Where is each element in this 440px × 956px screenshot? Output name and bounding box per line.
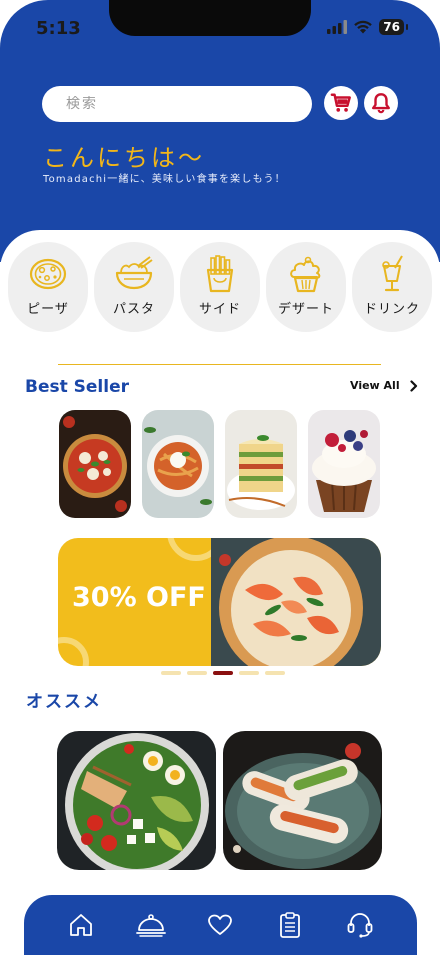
search-input[interactable] <box>66 96 286 112</box>
best-seller-item-cupcake[interactable] <box>308 410 380 518</box>
carousel-dot[interactable] <box>239 671 259 675</box>
best-seller-item-lasagna[interactable] <box>225 410 297 518</box>
nav-menu[interactable] <box>135 909 167 941</box>
best-seller-item-pizza[interactable] <box>59 410 131 518</box>
signal-icon <box>327 20 348 34</box>
cupcake-photo <box>308 410 380 518</box>
category-drink[interactable]: ドリンク <box>352 242 432 332</box>
cart-icon <box>330 93 351 112</box>
category-label: サイド <box>198 302 241 317</box>
best-seller-title: Best Seller <box>25 377 129 397</box>
drink-icon <box>382 255 403 292</box>
clipboard-icon <box>280 912 301 938</box>
greeting-subtitle: Tomadachi一緒に、美味しい食事を楽しもう！ <box>43 174 286 185</box>
promo-discount-text: 30% OFF <box>72 582 206 613</box>
home-icon <box>69 914 92 936</box>
carousel-indicator <box>161 671 285 675</box>
lasagna-photo <box>225 410 297 518</box>
carousel-dot[interactable] <box>265 671 285 675</box>
nav-favorites[interactable] <box>204 909 236 941</box>
promo-banner[interactable]: 30% OFF <box>58 538 381 666</box>
bell-icon <box>372 93 390 114</box>
category-pizza[interactable]: ピーザ <box>8 242 88 332</box>
search-bar[interactable] <box>42 86 312 122</box>
section-divider <box>58 364 381 365</box>
support-headset-icon <box>347 913 373 938</box>
category-row: ピーザ パスタ サイド デザート ドリンク <box>0 242 440 332</box>
view-all-label: View All <box>350 379 400 392</box>
category-label: ドリンク <box>363 302 420 317</box>
category-dessert[interactable]: デザート <box>266 242 346 332</box>
pizza-photo <box>59 410 131 518</box>
pizza-icon <box>29 258 67 290</box>
category-pasta[interactable]: パスタ <box>94 242 174 332</box>
carousel-dot[interactable] <box>161 671 181 675</box>
pasta-photo <box>142 410 214 518</box>
nav-support[interactable] <box>344 909 376 941</box>
status-icons: 76 <box>327 19 408 35</box>
fries-icon <box>206 255 234 293</box>
category-sides[interactable]: サイド <box>180 242 260 332</box>
nav-home[interactable] <box>65 909 97 941</box>
battery-indicator: 76 <box>379 19 408 35</box>
category-label: ピーザ <box>27 302 69 317</box>
nav-orders[interactable] <box>274 909 306 941</box>
greeting-title: こんにちは〜 <box>43 144 205 172</box>
spring-rolls-photo <box>223 731 382 870</box>
cloche-icon <box>135 914 166 937</box>
status-time: 5:13 <box>36 18 81 39</box>
cart-button[interactable] <box>324 86 358 120</box>
category-label: パスタ <box>112 302 155 317</box>
view-all-link[interactable]: View All <box>350 379 418 392</box>
recommend-title: オススメ <box>26 692 102 712</box>
notification-button[interactable] <box>364 86 398 120</box>
best-seller-item-pasta[interactable] <box>142 410 214 518</box>
cupcake-icon <box>290 256 321 293</box>
noodle-bowl-icon <box>115 256 153 290</box>
chevron-right-icon <box>410 379 417 392</box>
category-label: デザート <box>277 302 334 317</box>
wifi-icon <box>354 20 373 34</box>
promo-pizza-photo <box>211 538 381 666</box>
bottom-nav <box>24 895 417 955</box>
heart-icon <box>208 914 233 935</box>
carousel-dot-active[interactable] <box>213 671 233 675</box>
recommend-item-spring-rolls[interactable] <box>223 731 382 870</box>
header-background <box>0 0 440 262</box>
carousel-dot[interactable] <box>187 671 207 675</box>
device-notch <box>109 0 311 36</box>
recommend-item-salad[interactable] <box>57 731 216 870</box>
salad-photo <box>57 731 216 870</box>
